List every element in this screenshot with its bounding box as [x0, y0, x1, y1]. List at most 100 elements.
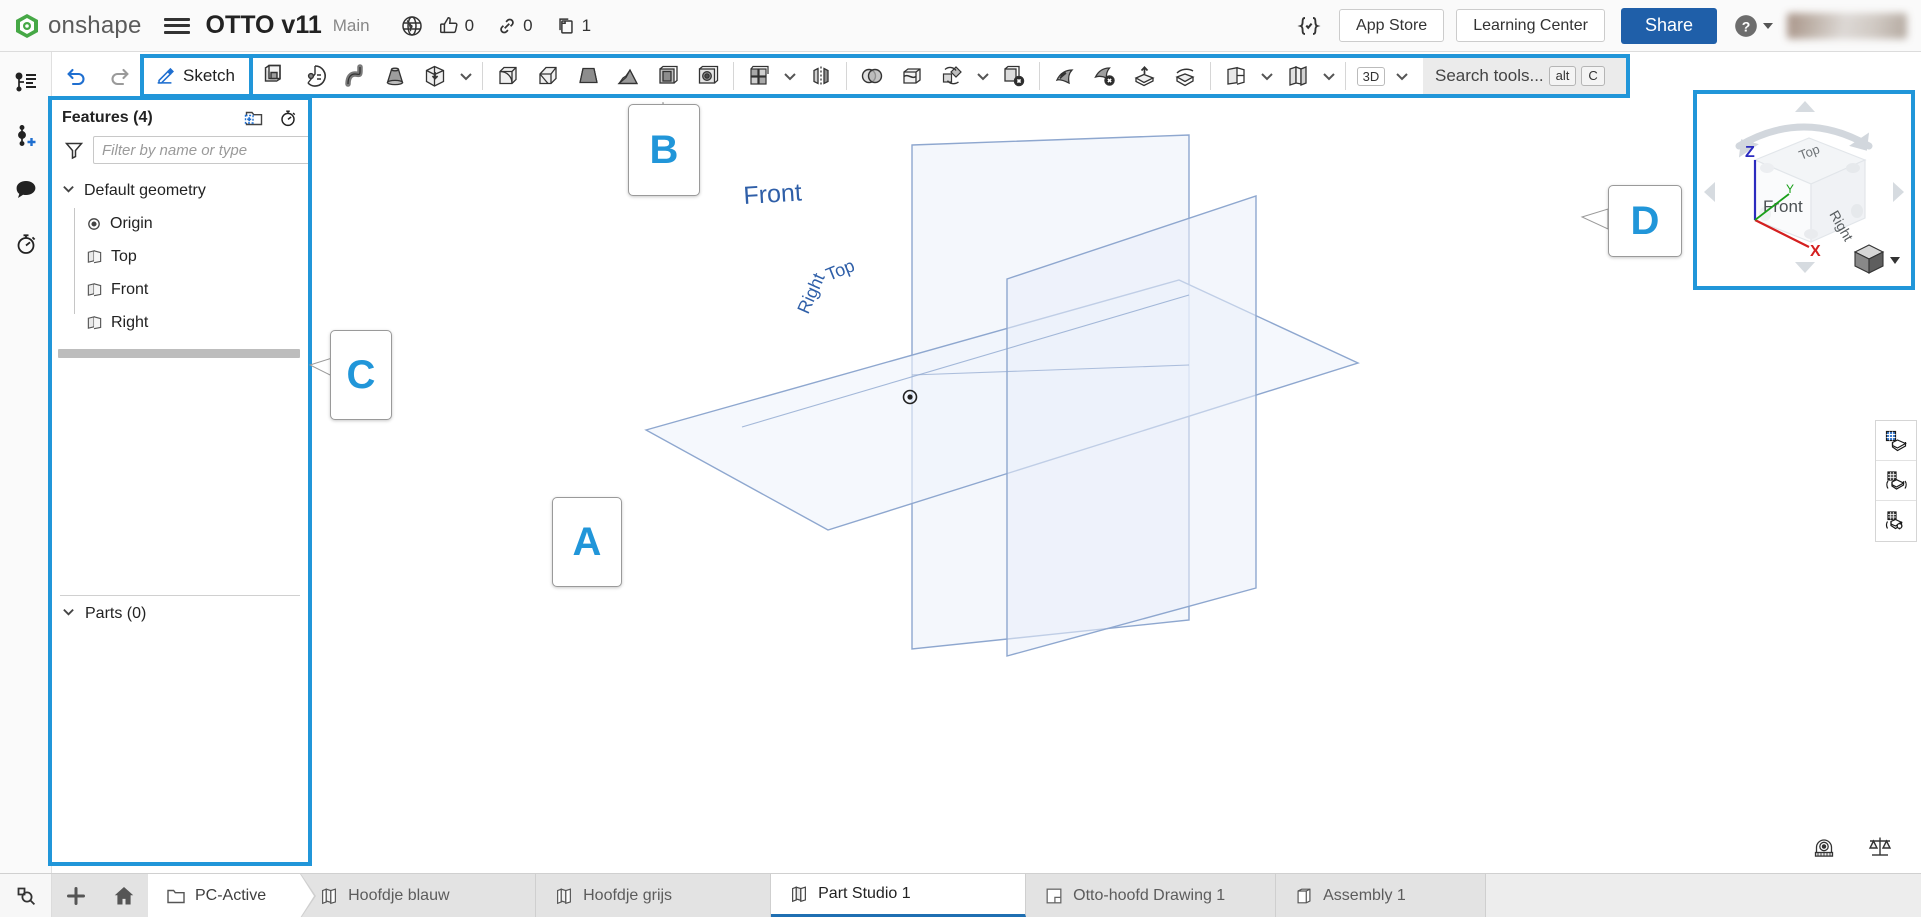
folder-icon	[166, 887, 186, 905]
plane-top-label: Top	[823, 255, 857, 284]
callout-b-toolbar: B	[628, 104, 700, 196]
features-title: Features (4)	[62, 109, 153, 126]
likes-group[interactable]: 0	[430, 15, 482, 37]
tree-label: Origin	[110, 214, 153, 232]
grid-cube-gear-icon[interactable]	[1876, 501, 1916, 541]
split-button[interactable]	[892, 58, 932, 94]
tree-plane-top[interactable]: Top	[52, 240, 308, 273]
transform-button[interactable]	[932, 58, 972, 94]
feature-filter-row	[52, 132, 308, 172]
pattern-chevron-down-icon[interactable]	[779, 58, 801, 94]
tree-origin[interactable]: Origin	[52, 207, 308, 240]
sheet-metal-button[interactable]	[1278, 58, 1318, 94]
view-mode-chevron-down-icon[interactable]	[1391, 58, 1413, 94]
grid-cube-brackets-icon[interactable]	[1876, 461, 1916, 501]
part-studio-icon	[554, 886, 574, 906]
left-tool-rail	[0, 52, 52, 873]
search-tools-placeholder: Search tools...	[1434, 66, 1544, 85]
undo-icon[interactable]	[62, 63, 90, 91]
revolve-button[interactable]	[295, 58, 335, 94]
link-count: 0	[523, 15, 533, 35]
like-count: 0	[464, 15, 475, 35]
tab-otto-hoofd-drawing-1[interactable]: Otto-hoofd Drawing 1	[1026, 874, 1277, 917]
feature-history-icon[interactable]	[278, 108, 298, 128]
create-more-chevron-down-icon[interactable]	[455, 58, 477, 94]
search-tools-input[interactable]: Search tools... alt C	[1422, 58, 1626, 94]
add-version-icon[interactable]	[10, 120, 42, 152]
comments-icon[interactable]	[10, 174, 42, 206]
document-title: OTTO v11	[205, 11, 322, 39]
origin-icon	[86, 216, 102, 232]
tab-label: Hoofdje blauw	[348, 886, 450, 904]
tab-label: PC-Active	[195, 886, 267, 904]
activity-history-icon[interactable]	[10, 228, 42, 260]
tab-hoofdje-grijs[interactable]: Hoofdje grijs	[536, 874, 772, 917]
tab-hoofdje-blauw[interactable]: Hoofdje blauw	[301, 874, 537, 917]
fill-surface-button[interactable]	[1045, 58, 1085, 94]
move-face-button[interactable]	[1125, 58, 1165, 94]
scales-icon[interactable]	[1867, 834, 1893, 863]
view-cube-widget[interactable]: Top Front Right Z X Y	[1693, 90, 1915, 290]
part-studio-icon	[789, 884, 809, 904]
copies-group[interactable]: 1	[547, 15, 599, 37]
hamburger-icon[interactable]	[163, 16, 190, 36]
drawing-icon	[1044, 886, 1064, 906]
tab-part-studio-1[interactable]: Part Studio 1	[771, 874, 1027, 917]
sweep-button[interactable]	[335, 58, 375, 94]
tree-plane-front[interactable]: Front	[52, 273, 308, 306]
filter-funnel-icon[interactable]	[64, 140, 84, 160]
svg-text:?: ?	[1742, 18, 1751, 34]
add-tab-icon[interactable]	[52, 874, 100, 917]
fillet-button[interactable]	[488, 58, 528, 94]
share-button[interactable]: Share	[1620, 7, 1717, 44]
tree-default-geometry[interactable]: Default geometry	[52, 174, 308, 207]
boolean-button[interactable]	[852, 58, 892, 94]
chevron-down-icon	[1763, 22, 1773, 29]
onshape-logo-icon[interactable]	[14, 13, 40, 39]
axis-x-label: X	[1810, 243, 1821, 260]
app-store-button[interactable]: App Store	[1339, 9, 1445, 42]
globe-icon[interactable]	[400, 14, 424, 38]
new-folder-icon[interactable]	[244, 109, 264, 127]
view-mode-button[interactable]: 3D	[1351, 58, 1391, 94]
replace-face-button[interactable]	[1165, 58, 1205, 94]
links-group[interactable]: 0	[488, 15, 540, 37]
avatar[interactable]	[1787, 12, 1907, 39]
parts-section: Parts (0)	[52, 595, 308, 862]
delete-face-button[interactable]	[1085, 58, 1125, 94]
parts-header[interactable]: Parts (0)	[52, 596, 308, 632]
sketch-label: Sketch	[183, 66, 235, 85]
tab-assembly-1[interactable]: Assembly 1	[1276, 874, 1487, 917]
sketch-button[interactable]: Sketch	[144, 58, 253, 94]
delete-part-button[interactable]	[994, 58, 1034, 94]
mirror-button[interactable]	[801, 58, 841, 94]
tab-pc-active[interactable]: PC-Active	[148, 874, 317, 917]
plane-button[interactable]	[1216, 58, 1256, 94]
versions-and-history-icon[interactable]	[10, 66, 42, 98]
plane-icon	[86, 281, 103, 298]
undo-redo-group	[52, 62, 138, 92]
featurescript-braces-icon[interactable]	[1295, 12, 1323, 40]
tree-plane-right[interactable]: Right	[52, 306, 308, 339]
tab-search-icon[interactable]	[0, 874, 52, 917]
search-shortcut-alt: alt	[1548, 65, 1577, 87]
extrude-button[interactable]	[255, 58, 295, 94]
help-menu[interactable]: ?	[1733, 13, 1773, 39]
home-icon[interactable]	[100, 874, 148, 917]
tape-measure-icon[interactable]	[1813, 834, 1841, 863]
viewport-bottom-tools	[1813, 834, 1893, 863]
redo-icon[interactable]	[106, 63, 134, 91]
chevron-down-icon[interactable]	[62, 182, 76, 200]
rollback-bar[interactable]	[58, 349, 300, 358]
callout-a-viewport: A	[552, 497, 622, 587]
transform-chevron-down-icon[interactable]	[972, 58, 994, 94]
loft-button[interactable]	[375, 58, 415, 94]
plane-icon	[86, 314, 103, 331]
import-derive-button[interactable]	[415, 58, 455, 94]
grid-cube-icon[interactable]	[1876, 421, 1916, 461]
chevron-down-icon[interactable]	[62, 605, 76, 623]
plane-chevron-down-icon[interactable]	[1256, 58, 1278, 94]
sheet-metal-chevron-down-icon[interactable]	[1318, 58, 1340, 94]
filter-input[interactable]	[93, 136, 308, 164]
learning-center-button[interactable]: Learning Center	[1456, 9, 1605, 42]
